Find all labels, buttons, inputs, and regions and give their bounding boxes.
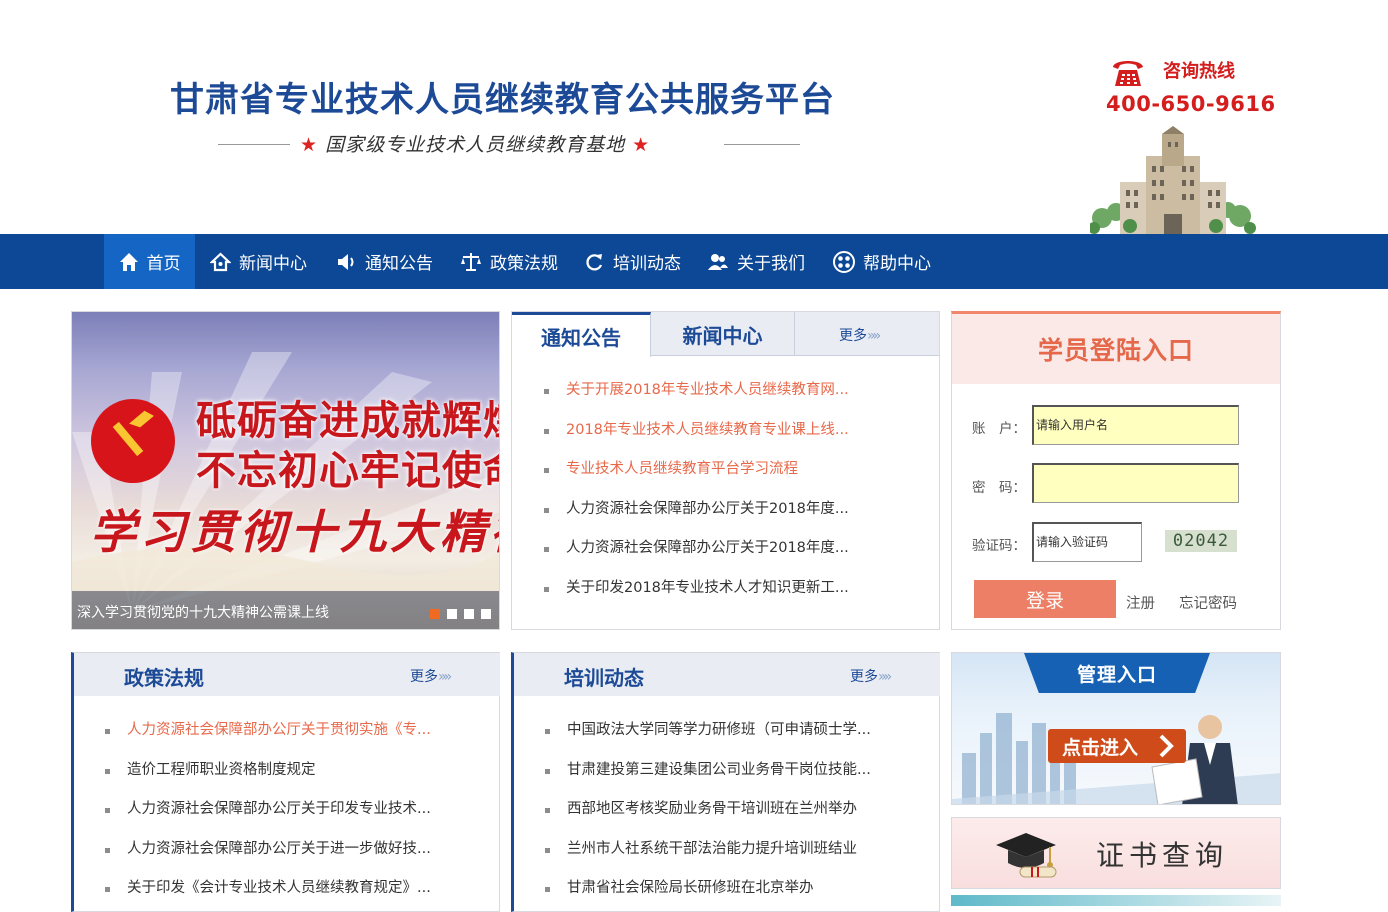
- training-item[interactable]: 兰州市人社系统干部法治能力提升培训班结业: [545, 830, 871, 870]
- admin-entry-title: 管理入口: [1024, 653, 1210, 693]
- password-label: 密 码：: [972, 480, 1026, 496]
- site-title: 甘肃省专业技术人员继续教育公共服务平台: [170, 80, 835, 120]
- star-icon: ★: [632, 134, 651, 156]
- refresh-icon: [586, 253, 603, 270]
- password-input[interactable]: [1032, 463, 1239, 503]
- building-illustration: [1090, 126, 1256, 234]
- notice-item[interactable]: 关于开展2018年专业技术人员继续教育网...: [544, 371, 849, 411]
- more-label: 更多: [410, 669, 438, 685]
- login-title: 学员登陆入口: [952, 314, 1280, 384]
- nav-item-notice[interactable]: 通知公告: [336, 234, 433, 289]
- training-item[interactable]: 西部地区考核奖励业务骨干培训班在兰州举办: [545, 790, 871, 830]
- certificate-query-label: 证书查询: [1096, 839, 1229, 872]
- nav-item-label: 新闻中心: [239, 254, 307, 274]
- enter-button[interactable]: 点击进入: [1048, 729, 1186, 763]
- users-icon: [708, 253, 728, 270]
- banner-caption[interactable]: 深入学习贯彻党的十九大精神公需课上线: [77, 602, 329, 622]
- speaker-icon: [338, 253, 354, 270]
- student-login-panel: 学员登陆入口 账 户： 请输入用户名 密 码： 验证码： 请输入验证码 0204…: [951, 311, 1281, 630]
- training-panel: 培训动态 更多»» 中国政法大学同等学力研修班（可申请硕士学... 甘肃建投第三…: [511, 652, 940, 912]
- nav-item-about[interactable]: 关于我们: [707, 234, 805, 289]
- policy-panel: 政策法规 更多»» 人力资源社会保障部办公厅关于贯彻实施《专... 造价工程师职…: [71, 652, 500, 912]
- nav-item-label: 帮助中心: [863, 254, 931, 274]
- policy-item[interactable]: 人力资源社会保障部办公厅关于进一步做好技...: [105, 830, 431, 870]
- nav-item-news[interactable]: 新闻中心: [210, 234, 307, 289]
- banner-headline-2: 不忘初心牢记使命: [196, 448, 500, 494]
- telephone-icon: [1113, 61, 1143, 86]
- nav-item-label: 培训动态: [613, 254, 681, 274]
- carousel-dot-2[interactable]: [447, 609, 457, 619]
- nav-item-home[interactable]: 首页: [104, 234, 195, 289]
- training-title: 培训动态: [564, 666, 644, 690]
- tab-notice[interactable]: 通知公告: [512, 312, 651, 357]
- hotline-number: 400-650-9616: [1106, 92, 1276, 116]
- nav-item-label: 关于我们: [737, 254, 805, 274]
- username-input[interactable]: 请输入用户名: [1032, 405, 1239, 445]
- carousel-dot-4[interactable]: [481, 609, 491, 619]
- slogan-text: 国家级专业技术人员继续教育基地: [325, 134, 626, 156]
- enter-button-label: 点击进入: [1062, 736, 1139, 759]
- captcha-input[interactable]: 请输入验证码: [1032, 522, 1142, 562]
- nav-item-label: 首页: [146, 254, 181, 274]
- graduation-cap-icon: [996, 833, 1057, 878]
- party-emblem-icon: [91, 399, 175, 483]
- policy-list: 人力资源社会保障部办公厅关于贯彻实施《专... 造价工程师职业资格制度规定 人力…: [105, 711, 431, 909]
- scales-icon: [461, 252, 481, 271]
- notice-item[interactable]: 专业技术人员继续教育平台学习流程: [544, 450, 849, 490]
- nav-item-policy[interactable]: 政策法规: [460, 234, 558, 289]
- admin-entry-banner[interactable]: 管理入口 点击进入: [951, 652, 1281, 805]
- training-item[interactable]: 中国政法大学同等学力研修班（可申请硕士学...: [545, 711, 871, 751]
- star-icon: ★: [300, 134, 319, 156]
- policy-item[interactable]: 人力资源社会保障部办公厅关于贯彻实施《专...: [105, 711, 431, 751]
- chevron-right-icon: [1159, 734, 1174, 758]
- notice-item[interactable]: 关于印发2018年专业技术人才知识更新工...: [544, 569, 849, 609]
- nav-item-label: 通知公告: [365, 254, 433, 274]
- notice-more-link[interactable]: 更多»»: [839, 325, 881, 345]
- double-chevron-icon: »»: [878, 669, 892, 685]
- training-list: 中国政法大学同等学力研修班（可申请硕士学... 甘肃建投第三建设集团公司业务骨干…: [545, 711, 871, 909]
- slogan-divider-left: [218, 144, 290, 145]
- training-item[interactable]: 甘肃省社会保险局长研修班在北京举办: [545, 869, 871, 909]
- notice-item[interactable]: 人力资源社会保障部办公厅关于2018年度...: [544, 529, 849, 569]
- notice-panel: 通知公告 新闻中心 更多»» 关于开展2018年专业技术人员继续教育网... 2…: [511, 311, 940, 630]
- carousel-dot-3[interactable]: [464, 609, 474, 619]
- house-outline-icon: [210, 251, 231, 271]
- double-chevron-icon: »»: [867, 328, 881, 344]
- captcha-image[interactable]: 02042: [1165, 530, 1237, 552]
- tab-news[interactable]: 新闻中心: [651, 312, 795, 356]
- main-nav: 首页 新闻中心 通知公告 政策法规 培训动态 关于我们 帮助中心: [0, 234, 1388, 289]
- grid-circle-icon: [833, 250, 855, 273]
- banner-carousel[interactable]: 砥砺奋进成就辉煌 不忘初心牢记使命 学习贯彻十九大精神 深入学习贯彻党的十九大精…: [71, 311, 500, 630]
- banner-calligraphy: 学习贯彻十九大精神: [90, 505, 500, 559]
- captcha-label: 验证码：: [972, 538, 1026, 554]
- notice-list: 关于开展2018年专业技术人员继续教育网... 2018年专业技术人员继续教育专…: [544, 371, 849, 609]
- account-label: 账 户：: [972, 421, 1026, 437]
- policy-item[interactable]: 造价工程师职业资格制度规定: [105, 751, 431, 791]
- slogan: ★ 国家级专业技术人员继续教育基地 ★: [300, 130, 650, 157]
- carousel-dot-1[interactable]: [430, 609, 440, 619]
- slogan-divider-right: [724, 144, 800, 145]
- hotline-label: 咨询热线: [1163, 61, 1235, 82]
- training-item[interactable]: 甘肃建投第三建设集团公司业务骨干岗位技能...: [545, 751, 871, 791]
- next-banner-strip: [951, 895, 1281, 906]
- nav-item-training[interactable]: 培训动态: [584, 234, 681, 289]
- policy-more-link[interactable]: 更多»»: [410, 666, 452, 686]
- notice-item[interactable]: 人力资源社会保障部办公厅关于2018年度...: [544, 490, 849, 530]
- double-chevron-icon: »»: [438, 669, 452, 685]
- training-more-link[interactable]: 更多»»: [850, 666, 892, 686]
- nav-item-help[interactable]: 帮助中心: [833, 234, 931, 289]
- login-button[interactable]: 登录: [974, 580, 1116, 618]
- policy-item[interactable]: 关于印发《会计专业技术人员继续教育规定》...: [105, 869, 431, 909]
- certificate-query-banner[interactable]: 证书查询: [951, 817, 1281, 889]
- more-label: 更多: [850, 669, 878, 685]
- policy-title: 政策法规: [124, 666, 204, 690]
- home-icon: [119, 252, 138, 271]
- site-header: 甘肃省专业技术人员继续教育公共服务平台 ★ 国家级专业技术人员继续教育基地 ★ …: [0, 0, 1388, 234]
- forgot-password-link[interactable]: 忘记密码: [1179, 592, 1237, 613]
- more-label: 更多: [839, 328, 867, 344]
- nav-item-label: 政策法规: [490, 254, 558, 274]
- policy-item[interactable]: 人力资源社会保障部办公厅关于印发专业技术...: [105, 790, 431, 830]
- register-link[interactable]: 注册: [1126, 592, 1155, 613]
- notice-item[interactable]: 2018年专业技术人员继续教育专业课上线...: [544, 411, 849, 451]
